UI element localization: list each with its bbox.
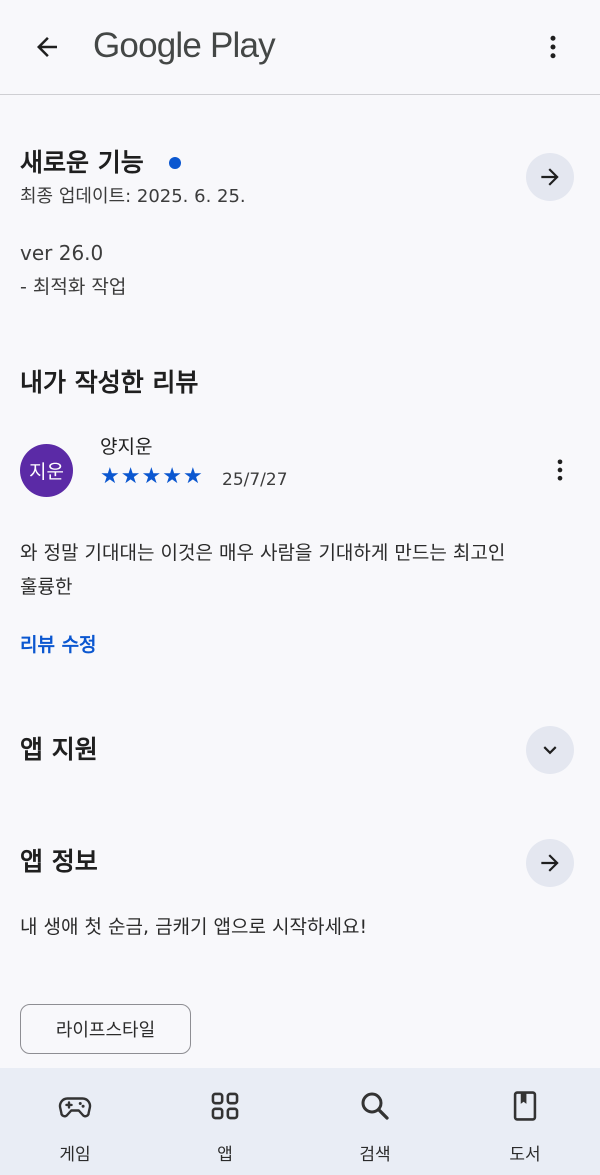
- nav-item-books[interactable]: 도서: [450, 1068, 600, 1175]
- whats-new-arrow-button[interactable]: [526, 153, 574, 201]
- bottom-navigation: 게임 앱 검색 도서: [0, 1068, 600, 1175]
- chevron-down-icon: [543, 746, 557, 755]
- nav-item-search[interactable]: 검색: [300, 1068, 450, 1175]
- nav-item-apps[interactable]: 앱: [150, 1068, 300, 1175]
- google-play-logo-text: Google Play: [93, 26, 276, 65]
- more-vert-icon: [557, 459, 563, 481]
- star-icon: ★: [100, 464, 120, 489]
- my-review-title: 내가 작성한 리뷰: [20, 368, 199, 397]
- last-updated-text: 최종 업데이트: 2025. 6. 25.: [20, 186, 246, 207]
- version-text: ver 26.0: [20, 241, 104, 265]
- new-indicator-dot: [169, 157, 181, 169]
- app-description: 내 생애 첫 순금, 금캐기 앱으로 시작하세요!: [20, 916, 368, 938]
- top-app-bar: Google Play: [0, 0, 600, 95]
- arrow-left-icon: [37, 37, 57, 57]
- arrow-right-icon: [541, 854, 559, 872]
- nav-label-apps: 앱: [217, 1145, 233, 1165]
- edit-review-link[interactable]: 리뷰 수정: [20, 630, 97, 657]
- star-icon: ★: [162, 464, 182, 489]
- avatar-initials: 지운: [29, 461, 64, 483]
- app-support-expand-button[interactable]: [526, 726, 574, 774]
- back-button[interactable]: [22, 22, 72, 72]
- nav-label-books: 도서: [509, 1145, 541, 1165]
- book-icon: [507, 1088, 543, 1124]
- avatar: 지운: [20, 444, 73, 497]
- star-icon: ★: [182, 464, 203, 489]
- nav-label-search: 검색: [359, 1145, 391, 1165]
- search-icon: [357, 1088, 393, 1124]
- gamepad-icon: [57, 1088, 93, 1124]
- app-info-title: 앱 정보: [20, 847, 98, 876]
- app-support-title: 앱 지원: [20, 735, 98, 764]
- review-text-line-1: 와 정말 기대대는 이것은 매우 사람을 기대하게 만드는 최고인: [20, 542, 506, 564]
- review-date: 25/7/27: [222, 470, 288, 490]
- more-vert-icon: [550, 35, 556, 59]
- release-note-text: - 최적화 작업: [20, 276, 127, 298]
- apps-grid-icon: [207, 1088, 243, 1124]
- review-text-line-2: 훌륭한: [20, 576, 73, 598]
- star-icon: ★: [120, 464, 141, 489]
- category-chip[interactable]: 라이프스타일: [20, 1004, 191, 1054]
- star-rating: ★ ★ ★ ★ ★: [100, 464, 203, 490]
- review-more-button[interactable]: [536, 446, 584, 494]
- review-author: 양지운: [100, 436, 153, 458]
- more-options-button[interactable]: [528, 22, 578, 72]
- whats-new-title: 새로운 기능: [20, 148, 144, 177]
- nav-label-games: 게임: [59, 1145, 91, 1165]
- star-icon: ★: [141, 464, 162, 489]
- app-info-arrow-button[interactable]: [526, 839, 574, 887]
- nav-item-games[interactable]: 게임: [0, 1068, 150, 1175]
- arrow-right-icon: [541, 168, 559, 186]
